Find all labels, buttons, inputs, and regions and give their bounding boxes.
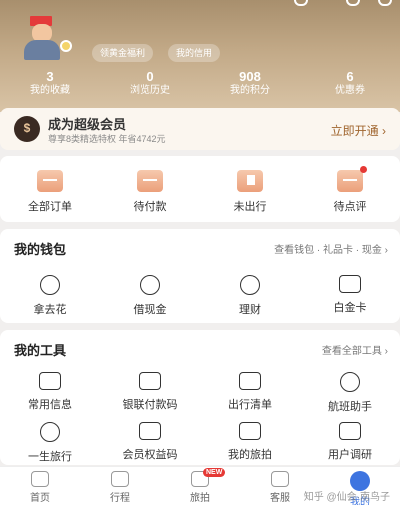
tool-label: 我的旅拍 bbox=[228, 449, 272, 461]
review-icon bbox=[337, 170, 363, 192]
order-label: 待点评 bbox=[333, 201, 367, 213]
globe-icon bbox=[40, 422, 60, 442]
tool-my-travel-photos[interactable]: 我的旅拍 bbox=[200, 422, 300, 464]
survey-icon bbox=[339, 422, 361, 440]
stat-points[interactable]: 908 我的积分 bbox=[200, 70, 300, 100]
stat-coupons[interactable]: 6 优惠券 bbox=[300, 70, 400, 100]
tool-label: 航班助手 bbox=[328, 401, 372, 413]
new-badge: NEW bbox=[203, 468, 226, 477]
tab-travel-photos[interactable]: NEW 旅拍 bbox=[160, 467, 240, 505]
customer-service-icon[interactable] bbox=[294, 0, 308, 6]
wallet-label: 理财 bbox=[239, 304, 261, 316]
order-label: 全部订单 bbox=[28, 201, 72, 213]
vip-open-button[interactable]: 立即开通 › bbox=[331, 122, 386, 139]
orders-card: 全部订单 待付款 未出行 待点评 bbox=[0, 156, 400, 222]
tool-travel-checklist[interactable]: 出行清单 bbox=[200, 372, 300, 414]
stat-value: 3 bbox=[46, 69, 54, 84]
stat-value: 0 bbox=[146, 69, 154, 84]
flower-icon bbox=[40, 275, 60, 295]
vip-title: 成为超级会员 bbox=[48, 117, 127, 132]
qr-code-icon bbox=[139, 422, 161, 440]
tool-lifetime-travel[interactable]: 一生旅行 bbox=[0, 422, 100, 464]
tool-label: 出行清单 bbox=[228, 399, 272, 411]
wallet-label: 拿去花 bbox=[33, 304, 67, 316]
wallet-label: 借现金 bbox=[133, 304, 167, 316]
order-upcoming[interactable]: 未出行 bbox=[200, 170, 300, 214]
calendar-icon bbox=[237, 170, 263, 192]
message-icon[interactable] bbox=[378, 0, 392, 6]
stat-label: 优惠券 bbox=[335, 85, 365, 96]
watermark: 知乎 @仙会·南鸟子 bbox=[303, 492, 390, 503]
wallet-label: 白金卡 bbox=[333, 302, 367, 314]
stat-favorites[interactable]: 3 我的收藏 bbox=[0, 70, 100, 100]
tools-card: 我的工具 查看全部工具 › 常用信息 银联付款码 出行清单 航班助手 一生旅行 … bbox=[0, 330, 400, 465]
tool-label: 银联付款码 bbox=[122, 399, 178, 411]
qr-code-icon bbox=[139, 372, 161, 390]
stat-value: 908 bbox=[239, 69, 261, 84]
home-icon bbox=[31, 471, 49, 487]
tool-flight-assistant[interactable]: 航班助手 bbox=[300, 372, 400, 414]
stat-label: 我的收藏 bbox=[30, 85, 70, 96]
wallet-more-link[interactable]: 查看钱包 · 礼品卡 · 现金 › bbox=[274, 241, 388, 256]
tool-label: 常用信息 bbox=[28, 399, 72, 411]
tab-label: 首页 bbox=[30, 493, 50, 504]
notification-dot bbox=[360, 166, 367, 173]
video-icon bbox=[239, 422, 261, 440]
wallet-platinum-card[interactable]: 白金卡 bbox=[300, 275, 400, 317]
checklist-icon bbox=[239, 372, 261, 390]
super-vip-banner[interactable]: 成为超级会员 尊享8类精选特权 年省4742元 立即开通 › bbox=[0, 108, 400, 150]
tools-more-link[interactable]: 查看全部工具 › bbox=[322, 342, 388, 357]
vip-coin-icon bbox=[14, 116, 40, 142]
tab-label: 旅拍 bbox=[190, 493, 210, 504]
tool-member-code[interactable]: 会员权益码 bbox=[100, 422, 200, 464]
tool-contact-info[interactable]: 常用信息 bbox=[0, 372, 100, 414]
wallet-title: 我的钱包 bbox=[14, 242, 67, 257]
tab-label: 行程 bbox=[110, 493, 130, 504]
suitcase-icon bbox=[111, 471, 129, 487]
wallet-borrow-cash[interactable]: 借现金 bbox=[100, 275, 200, 317]
all-orders-icon bbox=[37, 170, 63, 192]
tool-user-survey[interactable]: 用户调研 bbox=[300, 422, 400, 464]
settings-icon[interactable] bbox=[346, 0, 360, 6]
stat-label: 浏览历史 bbox=[130, 85, 170, 96]
tab-trips[interactable]: 行程 bbox=[80, 467, 160, 505]
my-credit-pill[interactable]: 我的信用 bbox=[168, 44, 221, 62]
order-to-review[interactable]: 待点评 bbox=[300, 166, 400, 214]
stat-value: 6 bbox=[346, 69, 354, 84]
tool-label: 会员权益码 bbox=[122, 449, 178, 461]
stats-row: 3 我的收藏 0 浏览历史 908 我的积分 6 优惠券 bbox=[0, 70, 400, 100]
avatar[interactable] bbox=[12, 10, 72, 60]
tab-home[interactable]: 首页 bbox=[0, 467, 80, 505]
wallet-nahuahua[interactable]: 拿去花 bbox=[0, 275, 100, 317]
order-label: 待付款 bbox=[133, 201, 167, 213]
tool-label: 一生旅行 bbox=[28, 451, 72, 463]
tool-label: 用户调研 bbox=[328, 449, 372, 461]
vip-badge-icon bbox=[60, 40, 72, 52]
tool-unionpay-code[interactable]: 银联付款码 bbox=[100, 372, 200, 414]
stat-history[interactable]: 0 浏览历史 bbox=[100, 70, 200, 100]
order-all[interactable]: 全部订单 bbox=[0, 170, 100, 214]
card-icon bbox=[339, 275, 361, 293]
coin-icon bbox=[240, 275, 260, 295]
wallet-card: 我的钱包 查看钱包 · 礼品卡 · 现金 › 拿去花 借现金 理财 白金卡 bbox=[0, 229, 400, 323]
heart-icon bbox=[340, 372, 360, 392]
gold-benefit-pill[interactable]: 领黄金福利 bbox=[92, 44, 154, 62]
wallet-finance[interactable]: 理财 bbox=[200, 275, 300, 317]
tools-title: 我的工具 bbox=[14, 343, 67, 358]
vip-subtitle: 尊享8类精选特权 年省4742元 bbox=[48, 134, 166, 144]
stat-label: 我的积分 bbox=[230, 85, 270, 96]
order-label: 未出行 bbox=[233, 201, 267, 213]
headset-icon bbox=[271, 471, 289, 487]
wallet-icon bbox=[137, 170, 163, 192]
id-card-icon bbox=[39, 372, 61, 390]
profile-header: 领黄金福利 我的信用 3 我的收藏 0 浏览历史 908 我的积分 6 优惠券 bbox=[0, 0, 400, 112]
order-pending-payment[interactable]: 待付款 bbox=[100, 170, 200, 214]
money-bag-icon bbox=[140, 275, 160, 295]
